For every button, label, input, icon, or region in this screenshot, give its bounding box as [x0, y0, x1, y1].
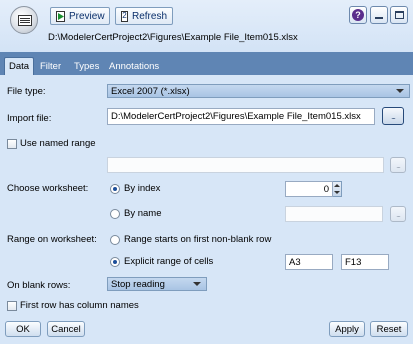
range-first-row-label: Range starts on first non-blank row — [124, 234, 272, 245]
choose-worksheet-label: Choose worksheet: — [7, 183, 89, 194]
browse-file-button[interactable]: ... — [382, 107, 404, 125]
apply-button[interactable]: Apply — [329, 321, 365, 337]
chevron-down-icon — [193, 282, 201, 286]
index-spinner[interactable] — [333, 181, 342, 197]
by-index-radio[interactable] — [110, 184, 120, 194]
by-name-label: By name — [124, 208, 162, 219]
use-named-range-checkbox[interactable] — [7, 139, 17, 149]
reset-button[interactable]: Reset — [370, 321, 408, 337]
file-type-dropdown[interactable]: Excel 2007 (*.xlsx) — [107, 84, 410, 98]
range-end-input[interactable]: F13 — [341, 254, 389, 270]
use-named-range-label: Use named range — [20, 138, 96, 149]
ok-label: OK — [16, 323, 30, 335]
tab-filter[interactable]: Filter — [36, 57, 65, 75]
by-name-radio[interactable] — [110, 209, 120, 219]
explicit-range-label: Explicit range of cells — [124, 256, 214, 267]
file-type-value: Excel 2007 (*.xlsx) — [111, 85, 190, 97]
on-blank-rows-value: Stop reading — [111, 278, 165, 290]
refresh-button[interactable]: 2 Refresh — [115, 7, 173, 25]
spin-up-icon[interactable] — [333, 182, 341, 189]
worksheet-name-input[interactable] — [285, 206, 383, 222]
reset-label: Reset — [376, 323, 402, 335]
apply-label: Apply — [335, 323, 359, 335]
help-icon: ? — [352, 9, 364, 21]
maximize-button[interactable] — [390, 6, 408, 24]
worksheet-name-browse-button[interactable]: ... — [390, 206, 406, 222]
explicit-range-radio[interactable] — [110, 257, 120, 267]
tab-data[interactable]: Data — [4, 57, 35, 75]
ok-button[interactable]: OK — [5, 321, 41, 337]
minimize-button[interactable] — [370, 6, 388, 24]
excel-source-node-icon — [10, 6, 38, 34]
ellipsis-icon: ... — [396, 209, 401, 219]
play-icon — [56, 10, 65, 22]
by-index-label: By index — [124, 183, 161, 194]
ellipsis-icon: ... — [391, 111, 396, 121]
named-range-input[interactable] — [107, 157, 384, 173]
file-type-label: File type: — [7, 86, 46, 97]
chevron-down-icon — [396, 89, 404, 93]
cancel-button[interactable]: Cancel — [47, 321, 85, 337]
first-row-names-checkbox[interactable] — [7, 301, 17, 311]
ellipsis-icon: ... — [396, 160, 401, 170]
named-range-browse-button[interactable]: ... — [390, 157, 406, 173]
preview-button[interactable]: Preview — [50, 7, 110, 25]
help-button[interactable]: ? — [349, 6, 367, 24]
first-row-names-label: First row has column names — [20, 300, 139, 311]
on-blank-rows-dropdown[interactable]: Stop reading — [107, 277, 207, 291]
import-file-label: Import file: — [7, 113, 52, 124]
import-file-input[interactable]: D:\ModelerCertProject2\Figures\Example F… — [107, 108, 375, 125]
refresh-label: Refresh — [131, 10, 167, 22]
maximize-icon — [394, 11, 404, 19]
range-start-input[interactable]: A3 — [285, 254, 333, 270]
on-blank-rows-label: On blank rows: — [7, 280, 71, 291]
worksheet-index-input[interactable]: 0 — [285, 181, 333, 197]
cancel-label: Cancel — [51, 323, 81, 335]
range-on-worksheet-label: Range on worksheet: — [7, 234, 97, 245]
file-path-title: D:\ModelerCertProject2\Figures\Example F… — [48, 32, 298, 43]
spin-down-icon[interactable] — [333, 189, 341, 196]
tab-types[interactable]: Types — [70, 57, 103, 75]
preview-label: Preview — [69, 10, 105, 22]
refresh-icon: 2 — [121, 10, 128, 22]
range-first-row-radio[interactable] — [110, 235, 120, 245]
minimize-icon — [375, 17, 383, 19]
tab-annotations[interactable]: Annotations — [105, 57, 163, 75]
